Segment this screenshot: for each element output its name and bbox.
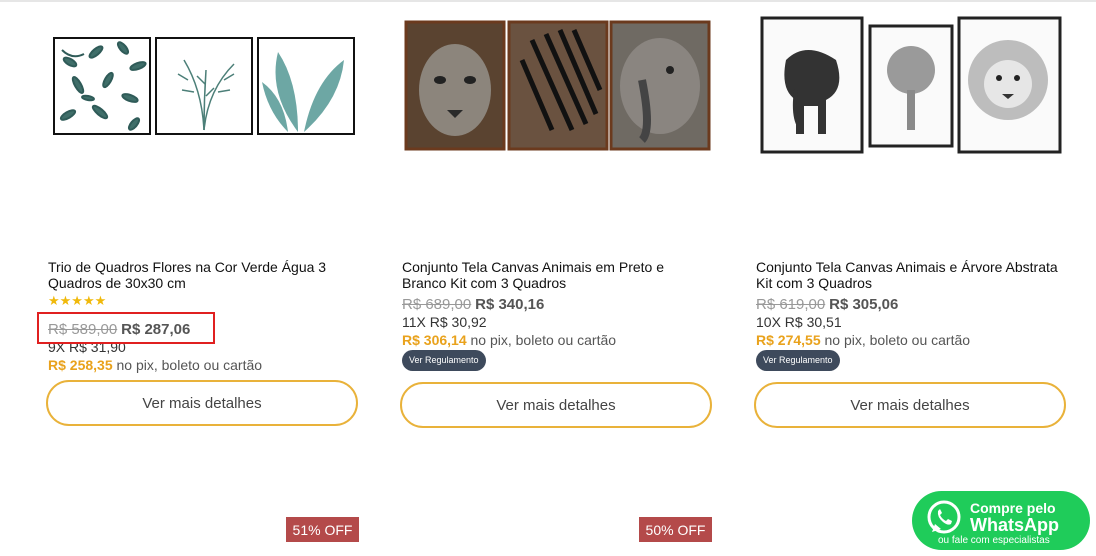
whatsapp-line1: Compre pelo (970, 500, 1056, 516)
rating-stars-icon: ★★★★★ (48, 293, 107, 308)
pix-price-line: R$ 258,35 no pix, boleto ou cartão (48, 357, 262, 373)
details-button[interactable]: Ver mais detalhes (754, 382, 1066, 428)
old-price: R$ 619,00 (756, 296, 826, 313)
installments: 11X R$ 30,92 (402, 314, 487, 330)
discount-badge: 51% OFF (286, 517, 359, 542)
animal-prints-image (404, 20, 711, 151)
regulation-badge[interactable]: Ver Regulamento (402, 350, 486, 371)
discount-badge: 50% OFF (639, 517, 712, 542)
pix-price: R$ 306,14 (402, 332, 467, 348)
whatsapp-button[interactable]: Compre pelo WhatsApp ou fale com especia… (912, 491, 1090, 550)
product-title[interactable]: Trio de Quadros Flores na Cor Verde Água… (48, 259, 358, 291)
whatsapp-line3: ou fale com especialistas (938, 535, 1050, 546)
pix-text: no pix, boleto ou cartão (824, 332, 971, 348)
product-title[interactable]: Conjunto Tela Canvas Animais e Árvore Ab… (756, 259, 1066, 291)
product-title[interactable]: Conjunto Tela Canvas Animais em Preto e … (402, 259, 712, 291)
pix-price-line: R$ 274,55 no pix, boleto ou cartão (756, 332, 970, 348)
product-card: Conjunto Tela Canvas Animais em Preto e … (400, 0, 732, 440)
floral-prints-image (53, 37, 355, 135)
details-button[interactable]: Ver mais detalhes (400, 382, 712, 428)
pix-price: R$ 274,55 (756, 332, 821, 348)
pix-price: R$ 258,35 (48, 357, 113, 373)
pix-price-line: R$ 306,14 no pix, boleto ou cartão (402, 332, 616, 348)
installments: 10X R$ 30,51 (756, 314, 842, 330)
price-highlight-box (37, 312, 215, 344)
price-row: R$ 689,00 R$ 340,16 (402, 295, 544, 314)
product-image[interactable] (48, 0, 378, 245)
details-button[interactable]: Ver mais detalhes (46, 380, 358, 426)
product-image[interactable] (756, 0, 1086, 245)
price-row: R$ 619,00 R$ 305,06 (756, 295, 898, 314)
product-image[interactable] (402, 0, 732, 245)
current-price: R$ 340,16 (475, 296, 545, 313)
pix-text: no pix, boleto ou cartão (116, 357, 263, 373)
old-price: R$ 689,00 (402, 296, 472, 313)
product-card: Conjunto Tela Canvas Animais e Árvore Ab… (754, 0, 1086, 440)
animals-tree-prints-image (760, 16, 1062, 154)
current-price: R$ 305,06 (829, 296, 899, 313)
regulation-badge[interactable]: Ver Regulamento (756, 350, 840, 371)
pix-text: no pix, boleto ou cartão (470, 332, 617, 348)
product-card: Trio de Quadros Flores na Cor Verde Água… (46, 0, 378, 440)
whatsapp-icon (927, 500, 961, 534)
whatsapp-line2: WhatsApp (970, 515, 1059, 535)
